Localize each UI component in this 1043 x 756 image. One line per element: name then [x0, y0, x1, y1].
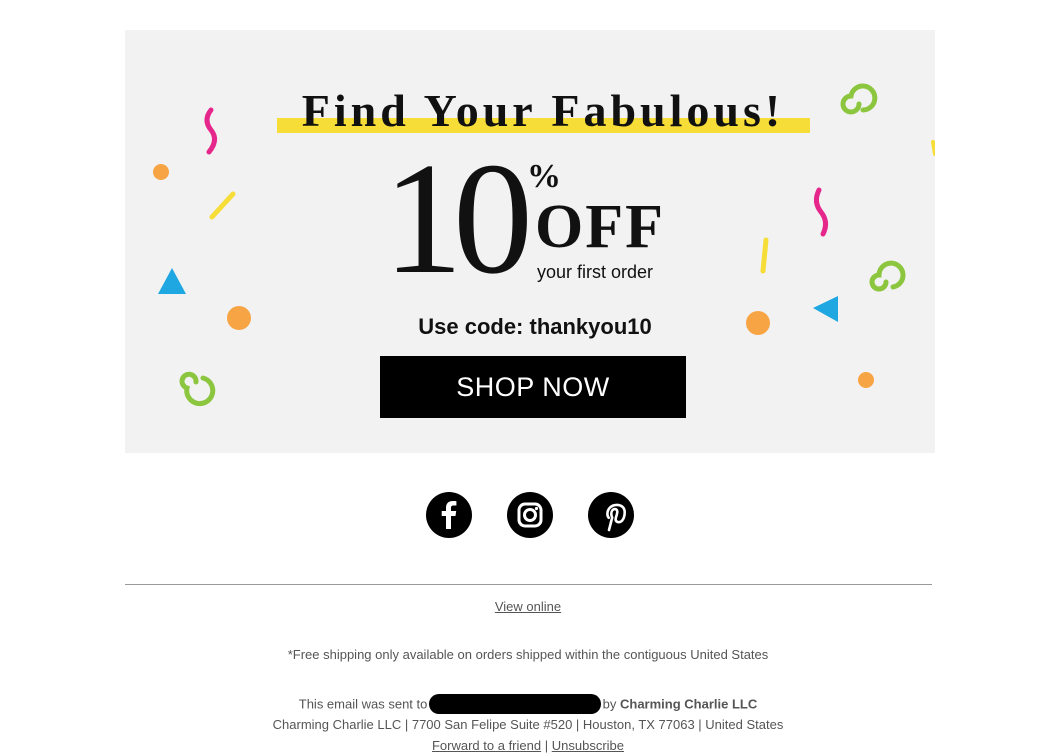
instagram-link[interactable]	[507, 492, 553, 538]
footer-divider	[125, 584, 932, 585]
facebook-icon	[441, 501, 457, 529]
pinterest-link[interactable]	[588, 492, 634, 538]
sent-prefix: This email was sent to	[298, 696, 428, 712]
blue-triangle-2	[813, 296, 838, 322]
view-online-row: View online	[0, 599, 1043, 614]
yellow-dash-2	[760, 237, 769, 274]
pink-squiggle-2	[813, 187, 829, 237]
sent-by: by	[602, 696, 617, 712]
forward-to-friend-link[interactable]: Forward to a friend	[432, 738, 541, 753]
headline: Find Your Fabulous!	[301, 85, 785, 136]
green-spiral-2	[869, 260, 906, 292]
blue-triangle-1	[158, 268, 186, 294]
company-name: Charming Charlie LLC	[619, 696, 758, 712]
company-address: Charming Charlie LLC | 7700 San Felipe S…	[272, 717, 784, 732]
link-separator: |	[544, 738, 549, 753]
discount-subtitle: your first order	[537, 262, 654, 282]
discount-off: OFF	[535, 193, 665, 261]
orange-dot-4	[858, 372, 874, 388]
discount-number: 10	[383, 129, 533, 307]
pink-squiggle-1	[204, 107, 217, 155]
redacted-email	[429, 694, 601, 714]
footer-links: Forward to a friend | Unsubscribe	[0, 738, 1043, 753]
yellow-dash-3	[931, 140, 935, 156]
promo-code: Use code: thankyou10	[418, 314, 652, 339]
view-online-link[interactable]: View online	[495, 599, 561, 614]
unsubscribe-link[interactable]: Unsubscribe	[552, 738, 624, 753]
orange-dot-2	[227, 306, 251, 330]
discount-percent: %	[527, 158, 561, 195]
green-spiral-3	[179, 371, 216, 407]
pinterest-icon	[606, 503, 626, 532]
shipping-note: *Free shipping only available on orders …	[287, 647, 769, 662]
facebook-link[interactable]	[426, 492, 472, 538]
yellow-dash-1	[209, 191, 236, 220]
sent-to-line: This email was sent to by Charming Charl…	[0, 694, 1043, 715]
green-spiral-1	[840, 83, 878, 115]
instagram-icon	[517, 502, 543, 528]
shop-now-button[interactable]: SHOP NOW	[380, 356, 686, 418]
orange-dot-1	[153, 164, 169, 180]
promo-banner[interactable]: Find Your Fabulous! 10 % OFF your first …	[125, 30, 935, 453]
